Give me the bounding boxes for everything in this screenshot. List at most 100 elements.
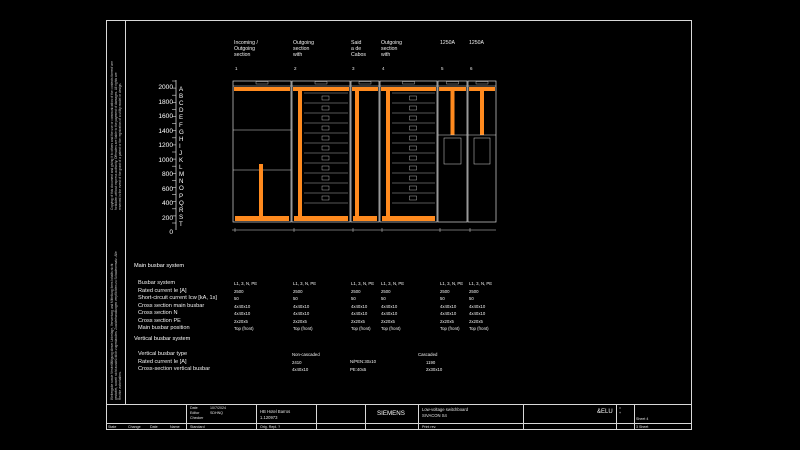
main-busbar-cell: 4x40x10 [440,303,457,309]
main-busbar-cell: L1, 3, N, PE [351,281,375,286]
main-busbar-row-label: Cross section N [138,310,178,316]
main-busbar-cell: 4x40x10 [440,311,457,316]
vertical-busbar-row-label: Cross-section vertical busbar [138,366,211,372]
vertical-busbar-cell: Cascaded [418,352,438,357]
vertical-busbar-cell: 4x40x10 [292,367,309,372]
main-busbar-cell: Top (front) [469,326,489,331]
vertical-busbar-cell: 2410 [292,359,302,365]
drawer-handle [321,155,330,161]
main-busbar-cell: 50 [381,296,386,301]
drawer-handle [409,115,417,121]
main-busbar-cell: 2500 [440,288,450,294]
drawer-handle [409,155,417,161]
main-busbar-cell: 4x40x10 [293,303,310,309]
vertical-busbar [298,87,302,221]
main-busbar-cell: 50 [469,296,474,301]
main-busbar-cell: 4x40x10 [469,303,486,309]
main-busbar-cell: 2500 [469,288,479,294]
tb-doc-title: Low-voltage switchboard [422,407,469,412]
breaker-unit [473,137,491,165]
drawer-handle [409,125,417,131]
main-busbar-cell: 50 [440,296,445,301]
main-busbar-row-label: Cross section PE [138,317,181,324]
cabinet-vent [255,81,269,85]
vertical-busbar-cell: 1190 [426,359,436,365]
main-busbar-cell: L1, 3, N, PE [381,281,405,286]
main-busbar-cell: 4x40x10 [381,303,398,309]
main-busbar [234,87,290,91]
main-busbar-cell: 4x40x10 [234,303,251,309]
tb-norm-label: Standard [190,425,205,429]
main-busbar-cell: 4x40x10 [469,311,486,316]
cabinet-vent [358,81,372,85]
main-busbar-cell: 4x40x10 [234,311,251,316]
cabinet-vent [475,81,489,85]
drawer-handle [321,125,330,131]
drawer-handle [409,145,417,151]
main-busbar-row-label: Cross section main busbar [138,302,205,309]
vertical-busbar [386,87,390,221]
main-busbar-row-label: Rated current Ie [A] [138,287,187,294]
vertical-busbar-row-label: Rated current Ie [A] [138,358,187,365]
main-busbar-cell: 2x20x5 [440,318,454,324]
vertical-busbar-cell: Non-cascaded [292,352,320,357]
pe-busbar [294,216,348,221]
main-busbar-row-label: Busbar system [138,280,175,286]
drawer-handle [321,105,330,111]
main-busbar-cell: 2x20x5 [293,318,307,324]
main-busbar-cell: L1, 3, N, PE [234,281,258,286]
tb-project-no: 1.120973 [260,415,278,420]
cabinet-vent [446,81,459,85]
drawer-handle [409,195,417,201]
main-busbar-cell: Top (front) [351,326,371,331]
vertical-connector [259,164,263,220]
breaker-connector [450,87,455,135]
main-busbar-cell: 4x40x10 [351,303,368,309]
drawer-handle [409,135,417,141]
main-busbar-row-label: Short-circuit current Icw [kA, 1s] [138,295,217,301]
tb-rev-date: Date [150,425,158,429]
main-busbar-cell: L1, 3, N, PE [440,281,464,286]
main-busbar-cell: 4x40x10 [381,311,398,316]
breaker-connector [480,87,484,135]
main-busbar-cell: 2x20x5 [381,318,395,324]
tb-date-label: Date [190,406,198,410]
main-busbar-cell: L1, 3, N, PE [293,281,317,286]
tb-orig: Orig. Repl. ? [260,425,281,429]
drawer-handle [321,185,330,191]
tb-rev-name: Name [170,425,180,429]
main-busbar-cell: 2500 [351,288,361,294]
main-busbar-cell: 50 [234,296,239,301]
main-busbar-row-label: Main busbar position [138,325,190,331]
tb-editor-value: SDHNQ [210,411,223,415]
main-busbar-cell: 2500 [234,288,244,294]
drawer-handle [409,175,417,181]
main-busbar-cell: 4x40x10 [293,311,310,316]
tb-first-row: = [619,406,622,410]
drawer-handle [321,95,330,101]
vertical-busbar-row-label: Vertical busbar type [138,351,188,357]
vertical-busbar-extra: N/PEN:30x10 [350,359,377,364]
main-busbar-cell: Top (front) [234,326,254,331]
drawer-handle [321,145,330,151]
drawer-handle [409,185,417,191]
main-busbar-cell: Top (front) [293,326,313,331]
tb-company-logo: SIEMENS [377,410,405,417]
pe-busbar [353,216,377,221]
tb-checker-label: Checker [190,416,204,420]
tb-project: HB Hotel Barros [260,409,291,414]
switchboard-elevation [172,80,497,232]
tb-rev-change: Change [128,425,141,429]
main-busbar-cell: 2x20x5 [351,318,365,324]
tb-doc-sub: SIVACON S4 [422,413,447,418]
drawer-handle [409,95,417,101]
tb-doc-id: &ELU [597,409,613,415]
pe-busbar [235,216,289,221]
pe-busbar [382,216,435,221]
tb-date-value: 10/7/2024 [210,406,226,410]
tb-sheet: Sheet 4 [636,417,649,421]
vertical-busbar-cell: PE:40x5 [350,367,367,372]
tb-editor-label: Editor [190,411,200,415]
cable-support [355,87,359,221]
main-busbar-cell: L1, 3, N, PE [469,281,493,286]
